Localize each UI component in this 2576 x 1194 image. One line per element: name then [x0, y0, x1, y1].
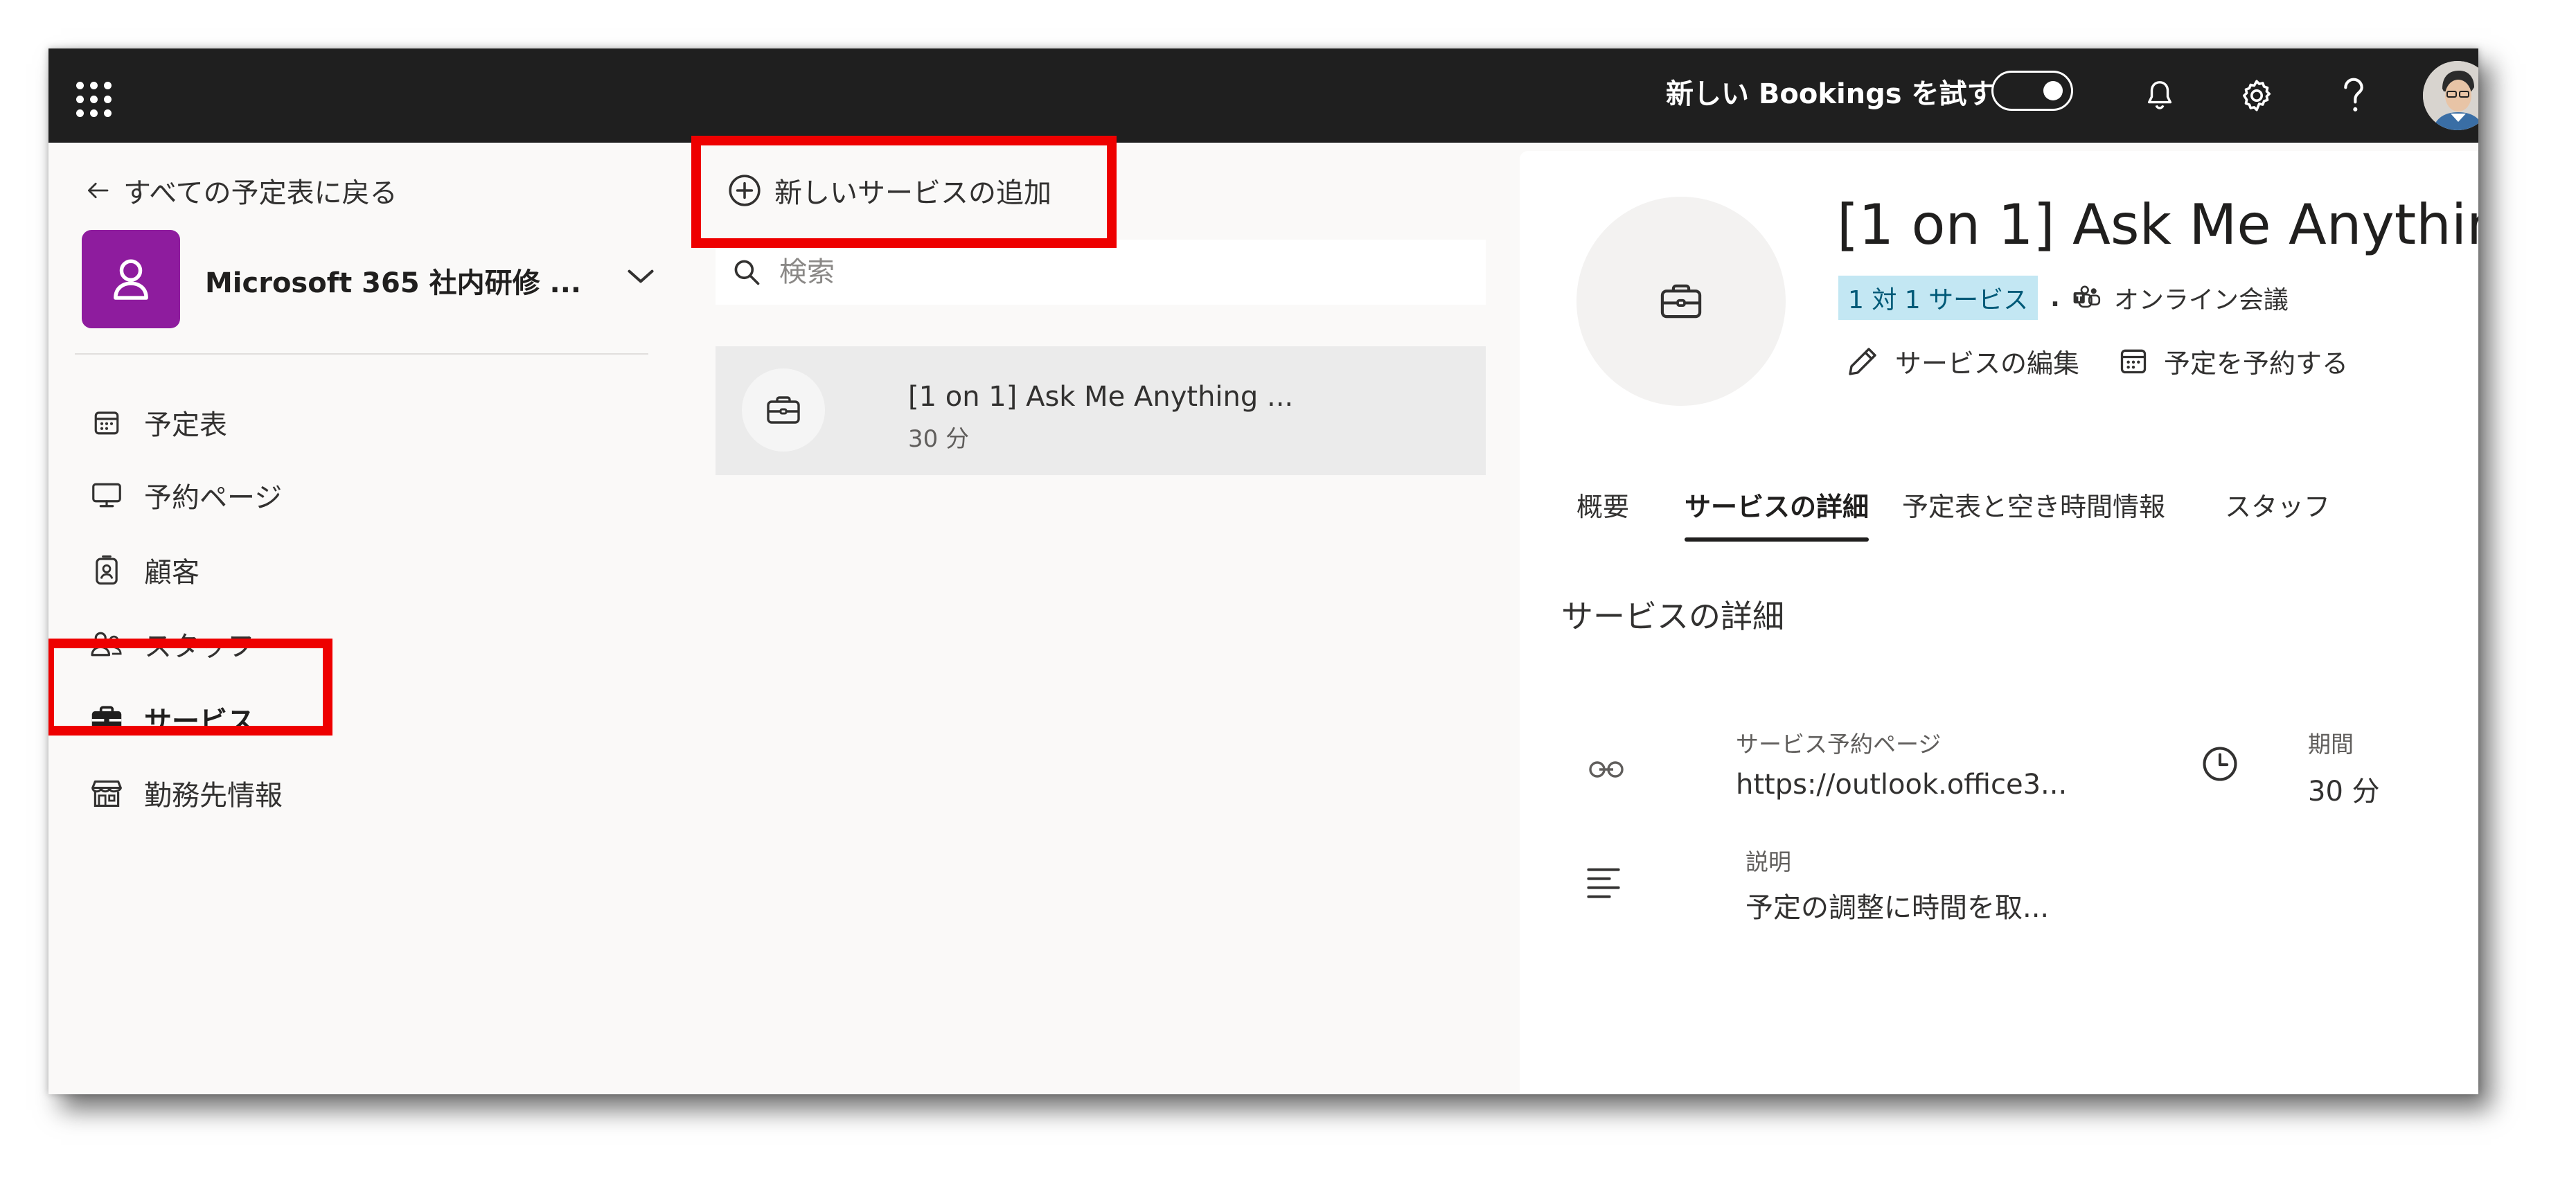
top-bar: 新しい Bookings を試す: [48, 48, 2478, 143]
try-new-bookings-label: 新しい Bookings を試す: [1666, 78, 1995, 110]
highlight-services-nav: [48, 639, 332, 736]
service-avatar-large: [1576, 197, 1786, 406]
service-actions: サービスの編集 予定を予約する: [1847, 338, 2348, 384]
search-input[interactable]: [778, 256, 1404, 289]
nav-item-label: 勤務先情報: [144, 780, 283, 812]
back-to-calendars-label: すべての予定表に戻る: [123, 177, 398, 209]
booking-page-link[interactable]: https://outlook.office3...: [1736, 769, 2067, 801]
nav-divider: [75, 353, 648, 355]
back-to-calendars-link[interactable]: すべての予定表に戻る: [86, 170, 398, 211]
pencil-icon: [1849, 348, 1876, 375]
link-icon: [1582, 745, 1631, 794]
text-align-icon: [1579, 857, 1628, 906]
service-title-large: [1 on 1] Ask Me Anything: [1837, 193, 2478, 257]
calendar-icon: [89, 404, 125, 440]
person-icon: [114, 259, 148, 300]
description-value: 予定の調整に時間を取...: [1746, 892, 2050, 924]
calendar-name: Microsoft 365 社内研修 ...: [205, 267, 582, 299]
description-label: 説明: [1746, 848, 1791, 875]
monitor-icon: [89, 477, 125, 513]
tab-service-details[interactable]: サービスの詳細: [1685, 476, 1869, 546]
tab-staff[interactable]: スタッフ: [2225, 476, 2330, 546]
book-appointment-label: 予定を予約する: [2164, 348, 2349, 379]
user-avatar[interactable]: [2423, 61, 2478, 130]
bookings-window: 新しい Bookings を試す すべての予定表に戻る Microsoft 36…: [48, 48, 2478, 1094]
building-icon: [89, 775, 125, 811]
app-launcher-icon[interactable]: [69, 75, 112, 117]
edit-service-button[interactable]: サービスの編集: [1847, 342, 2079, 380]
nav-item-label: 顧客: [144, 557, 199, 589]
chevron-down-icon: [628, 269, 654, 283]
arrow-left-icon: [88, 182, 109, 199]
service-title: [1 on 1] Ask Me Anything ...: [908, 381, 1294, 413]
highlight-add-service: [691, 136, 1117, 248]
nav-item-label: 予約ページ: [144, 482, 283, 514]
briefcase-icon: [767, 396, 800, 424]
section-title: サービスの詳細: [1561, 598, 1784, 635]
service-meta: 1 対 1 サービス . オンライン会議: [1838, 276, 2289, 320]
nav-item-business-info[interactable]: 勤務先情報: [89, 769, 283, 817]
tab-overview[interactable]: 概要: [1576, 476, 1629, 546]
booking-page-label: サービス予約ページ: [1736, 731, 1942, 758]
service-type-badge: 1 対 1 サービス: [1838, 276, 2038, 320]
search-box[interactable]: [716, 240, 1486, 305]
gear-icon[interactable]: [2229, 68, 2284, 123]
bell-icon[interactable]: [2132, 68, 2187, 123]
service-avatar: [742, 368, 825, 452]
service-duration: 30 分: [908, 425, 970, 453]
nav-item-label: 予定表: [144, 409, 227, 441]
tab-calendar-availability[interactable]: 予定表と空き時間情報: [1902, 476, 2165, 546]
meeting-type-label: オンライン会議: [2113, 286, 2289, 314]
service-details-panel: [1 on 1] Ask Me Anything 1 対 1 サービス . オン…: [1520, 151, 2478, 1094]
calendar-icon: [2120, 349, 2147, 374]
duration-value: 30 分: [2308, 776, 2380, 808]
try-new-bookings-toggle[interactable]: [1991, 71, 2073, 111]
edit-service-label: サービスの編集: [1895, 348, 2080, 379]
teams-icon: [2073, 285, 2100, 308]
nav-item-customers[interactable]: 顧客: [89, 546, 199, 594]
book-appointment-button[interactable]: 予定を予約する: [2118, 342, 2348, 380]
contact-card-icon: [89, 552, 125, 588]
duration-label: 期間: [2308, 731, 2354, 758]
calendar-avatar: [82, 230, 180, 328]
nav-item-calendar[interactable]: 予定表: [89, 398, 227, 447]
nav-item-booking-page[interactable]: 予約ページ: [89, 471, 282, 519]
toggle-knob: [2043, 81, 2063, 100]
meta-separator: .: [2050, 283, 2060, 312]
help-icon[interactable]: [2326, 68, 2381, 123]
briefcase-icon: [1660, 284, 1702, 319]
calendar-selector[interactable]: Microsoft 365 社内研修 ...: [82, 230, 654, 330]
service-list-item[interactable]: [1 on 1] Ask Me Anything ... 30 分: [716, 346, 1486, 475]
search-icon: [716, 257, 778, 287]
clock-icon: [2196, 740, 2244, 788]
